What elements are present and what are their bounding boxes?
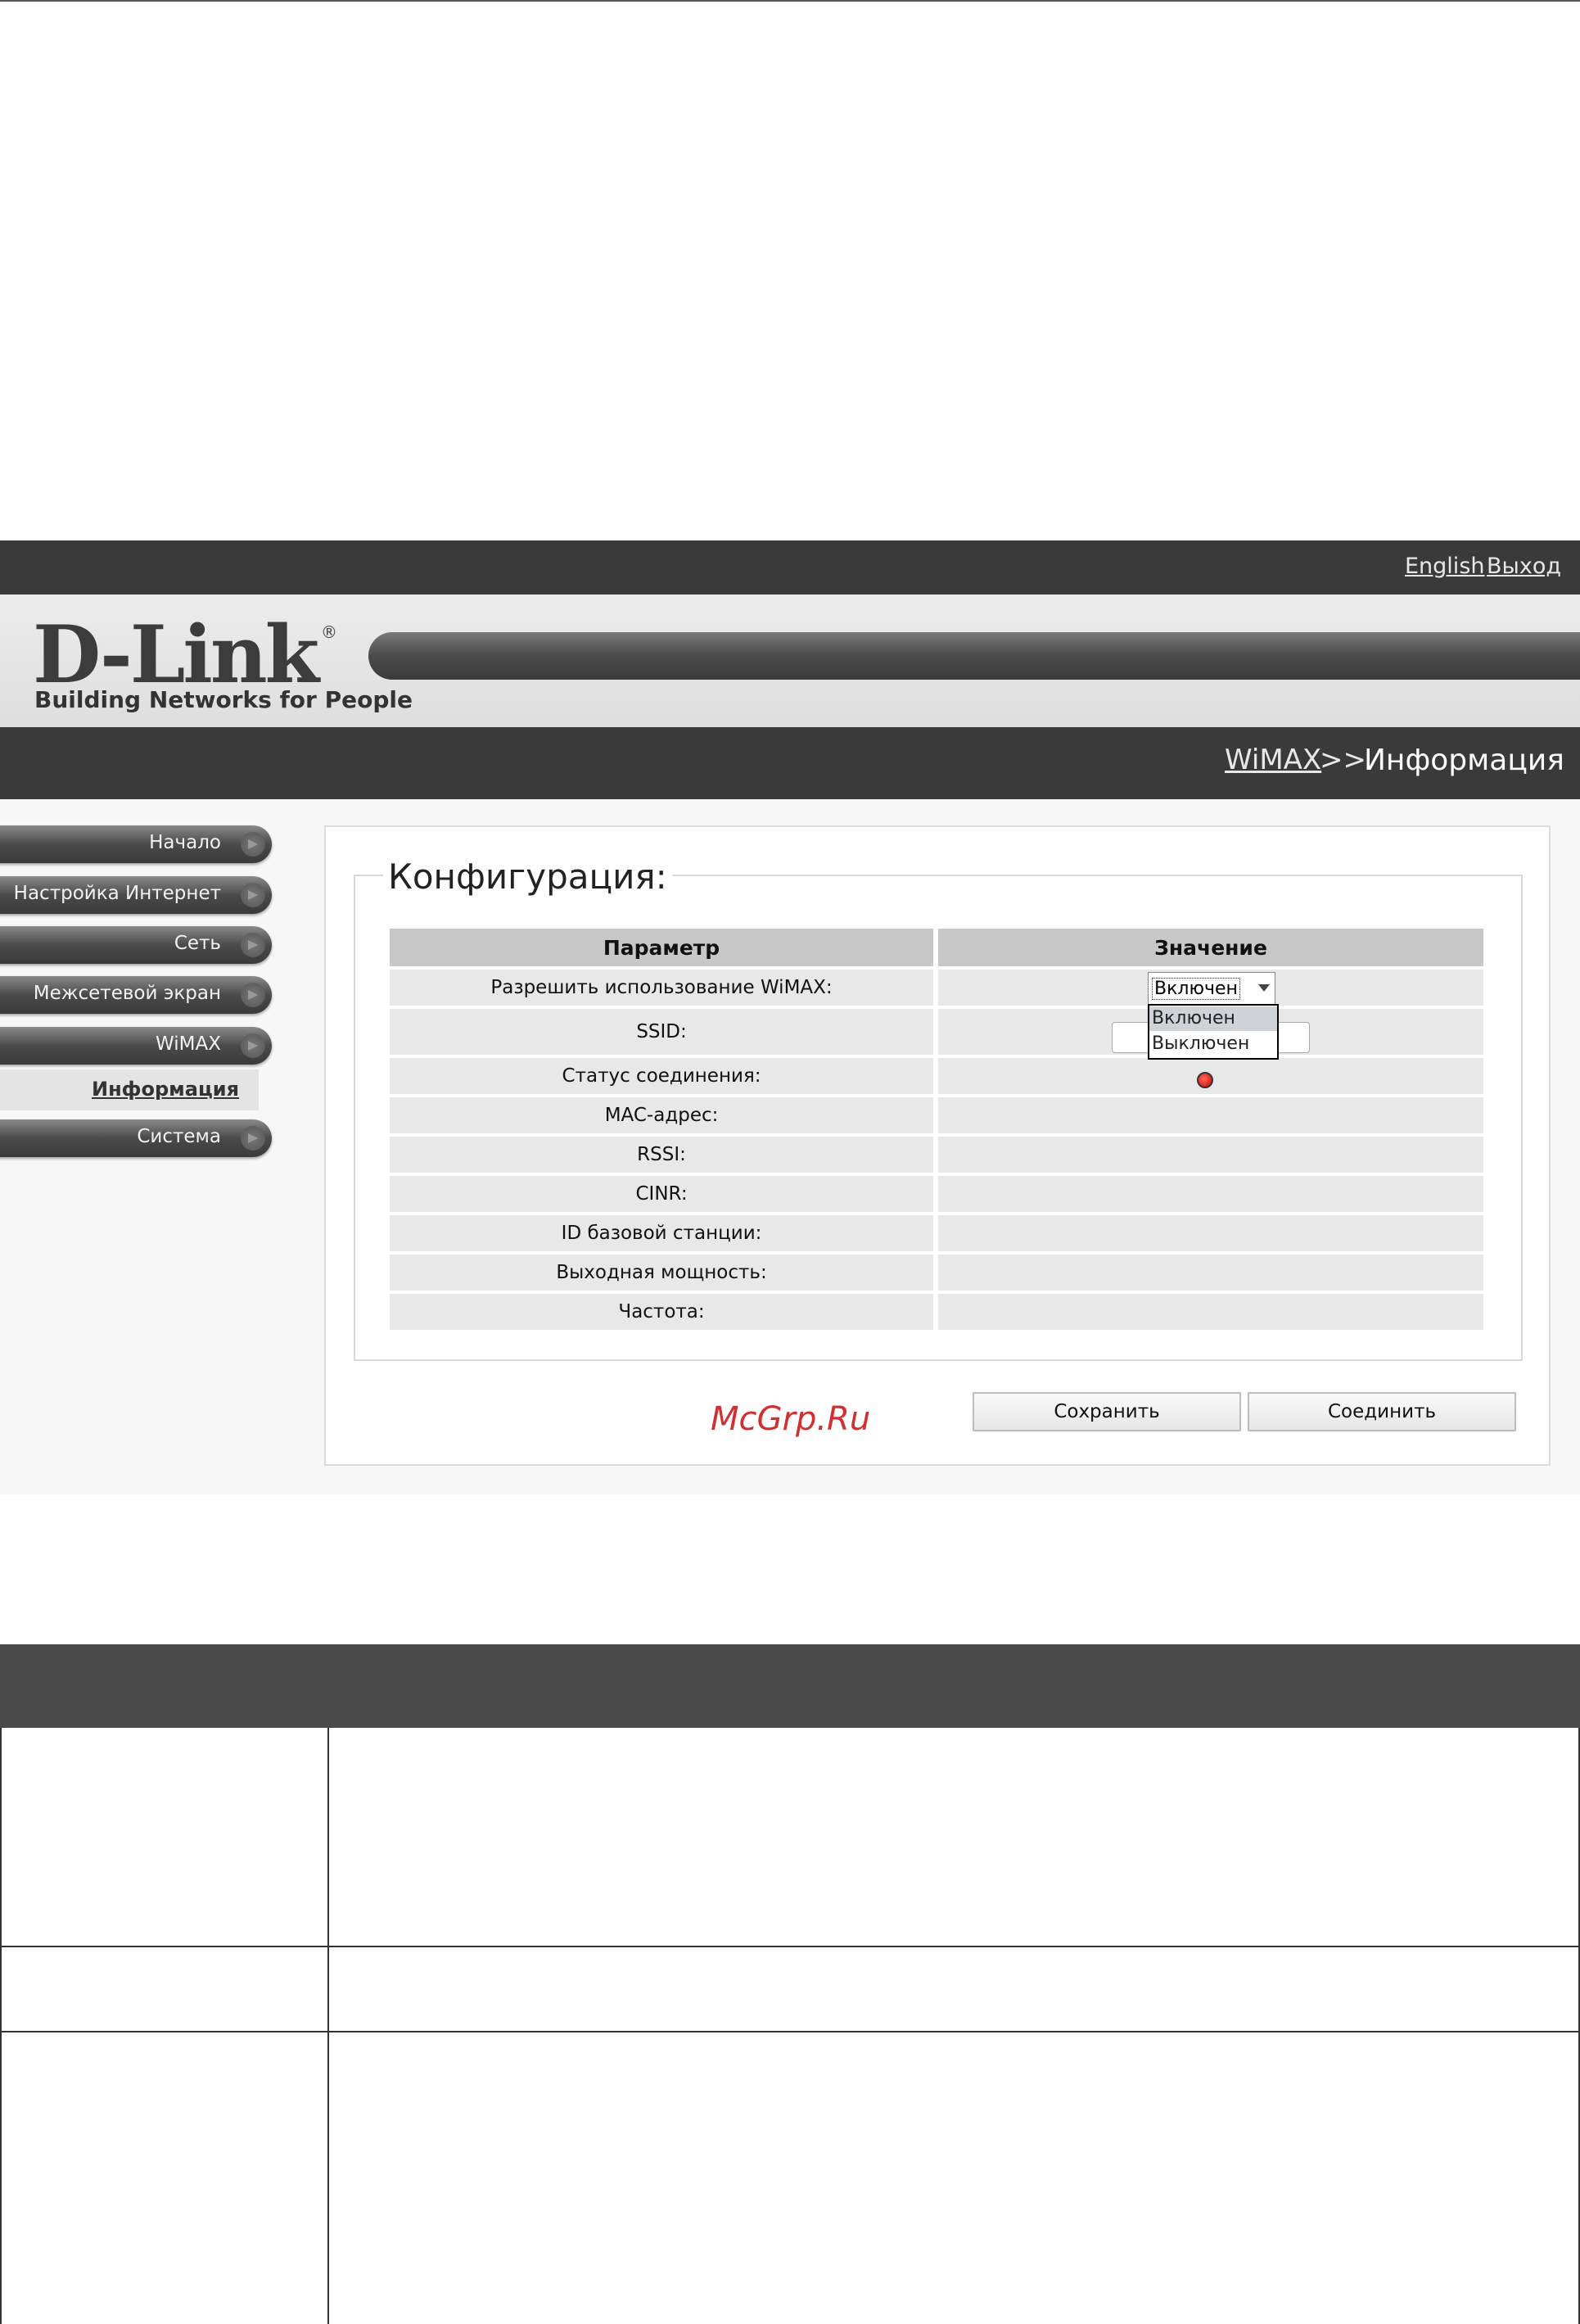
row-label: Частота: [390,1294,934,1330]
table-row: Частота: [390,1294,1483,1330]
breadcrumb-wimax-link[interactable]: WiMAX [1225,744,1321,776]
arrow-right-icon [241,883,265,907]
table-row: CINR: [390,1176,1483,1212]
table-row: Выходная мощность: [390,1255,1483,1291]
column-divider [327,1728,329,1946]
table-row: ID базовой станции: [390,1215,1483,1251]
arrow-right-icon [241,1033,265,1058]
description-table-row [0,1947,1580,2032]
row-label: MAC-адрес: [390,1097,934,1133]
nav-subitem-label: Информация [92,1078,239,1101]
table-row: SSID: [390,1009,1483,1055]
row-label: ID базовой станции: [390,1215,934,1251]
row-label: SSID: [390,1009,934,1055]
wimax-select-dropdown: Включен Выключен [1148,1004,1279,1060]
description-table-header [0,1644,1580,1728]
router-web-ui: English Выход D-Link ® Building Networks… [0,540,1580,1494]
row-value [938,1137,1483,1173]
nav-label: Сеть [174,933,221,954]
english-link[interactable]: English [1405,554,1485,579]
row-label: Выходная мощность: [390,1255,934,1291]
column-divider [327,2032,329,2324]
nav-start[interactable]: Начало [0,825,272,863]
nav-label: Система [137,1126,221,1147]
nav-network[interactable]: Сеть [0,926,272,964]
option-enabled[interactable]: Включен [1149,1006,1277,1031]
table-row: Разрешить использование WiMAX: [390,970,1483,1006]
nav-label: Начало [149,832,221,853]
connection-status-icon [1197,1072,1213,1088]
arrow-right-icon [241,983,265,1007]
row-label: RSSI: [390,1137,934,1173]
select-value: Включен [1152,978,1240,1000]
breadcrumb-current: Информация [1364,744,1564,777]
breadcrumb-separator: >> [1320,744,1366,776]
option-disabled[interactable]: Выключен [1149,1032,1277,1056]
row-value [938,1255,1483,1291]
row-value [938,1097,1483,1133]
row-value [938,1176,1483,1212]
connect-button[interactable]: Соединить [1248,1392,1516,1431]
nav-internet-setup[interactable]: Настройка Интернет [0,876,272,914]
row-label: CINR: [390,1176,934,1212]
chevron-down-icon[interactable] [1258,984,1270,992]
header-decor-bar [368,632,1580,680]
table-header-row: Параметр Значение [390,929,1483,966]
dlink-logo: D-Link [33,608,319,701]
table-row: RSSI: [390,1137,1483,1173]
nav-firewall[interactable]: Межсетевой экран [0,976,272,1014]
header-value: Значение [938,929,1483,966]
row-value [938,1215,1483,1251]
save-button[interactable]: Сохранить [973,1392,1241,1431]
nav-label: WiMAX [156,1033,221,1055]
arrow-right-icon [241,832,265,857]
nav-system[interactable]: Система [0,1119,272,1157]
watermark: McGrp.Ru [711,1400,871,1438]
column-divider [327,1947,329,2031]
registered-mark: ® [321,622,337,642]
row-label: Разрешить использование WiMAX: [390,970,934,1006]
description-table-row [0,2032,1580,2324]
nav-label: Настройка Интернет [13,883,221,904]
config-title: Конфигурация: [383,857,672,897]
table-row: MAC-адрес: [390,1097,1483,1133]
nav-label: Межсетевой экран [33,983,221,1004]
top-bar [0,540,1580,595]
logo-tagline: Building Networks for People [34,686,413,713]
logout-link[interactable]: Выход [1487,554,1561,579]
arrow-right-icon [241,933,265,957]
nav-subitem-info[interactable]: Информация [0,1069,259,1110]
wimax-enable-select[interactable]: Включен [1148,972,1275,1005]
row-label: Статус соединения: [390,1058,934,1094]
description-table-row [0,1728,1580,1947]
arrow-right-icon [241,1126,265,1151]
config-table: Параметр Значение Разрешить использовани… [385,925,1488,1333]
nav-wimax[interactable]: WiMAX [0,1027,272,1065]
page-top-rule [0,0,1580,2]
row-value [938,1294,1483,1330]
table-row: Статус соединения: [390,1058,1483,1094]
header-param: Параметр [390,929,934,966]
